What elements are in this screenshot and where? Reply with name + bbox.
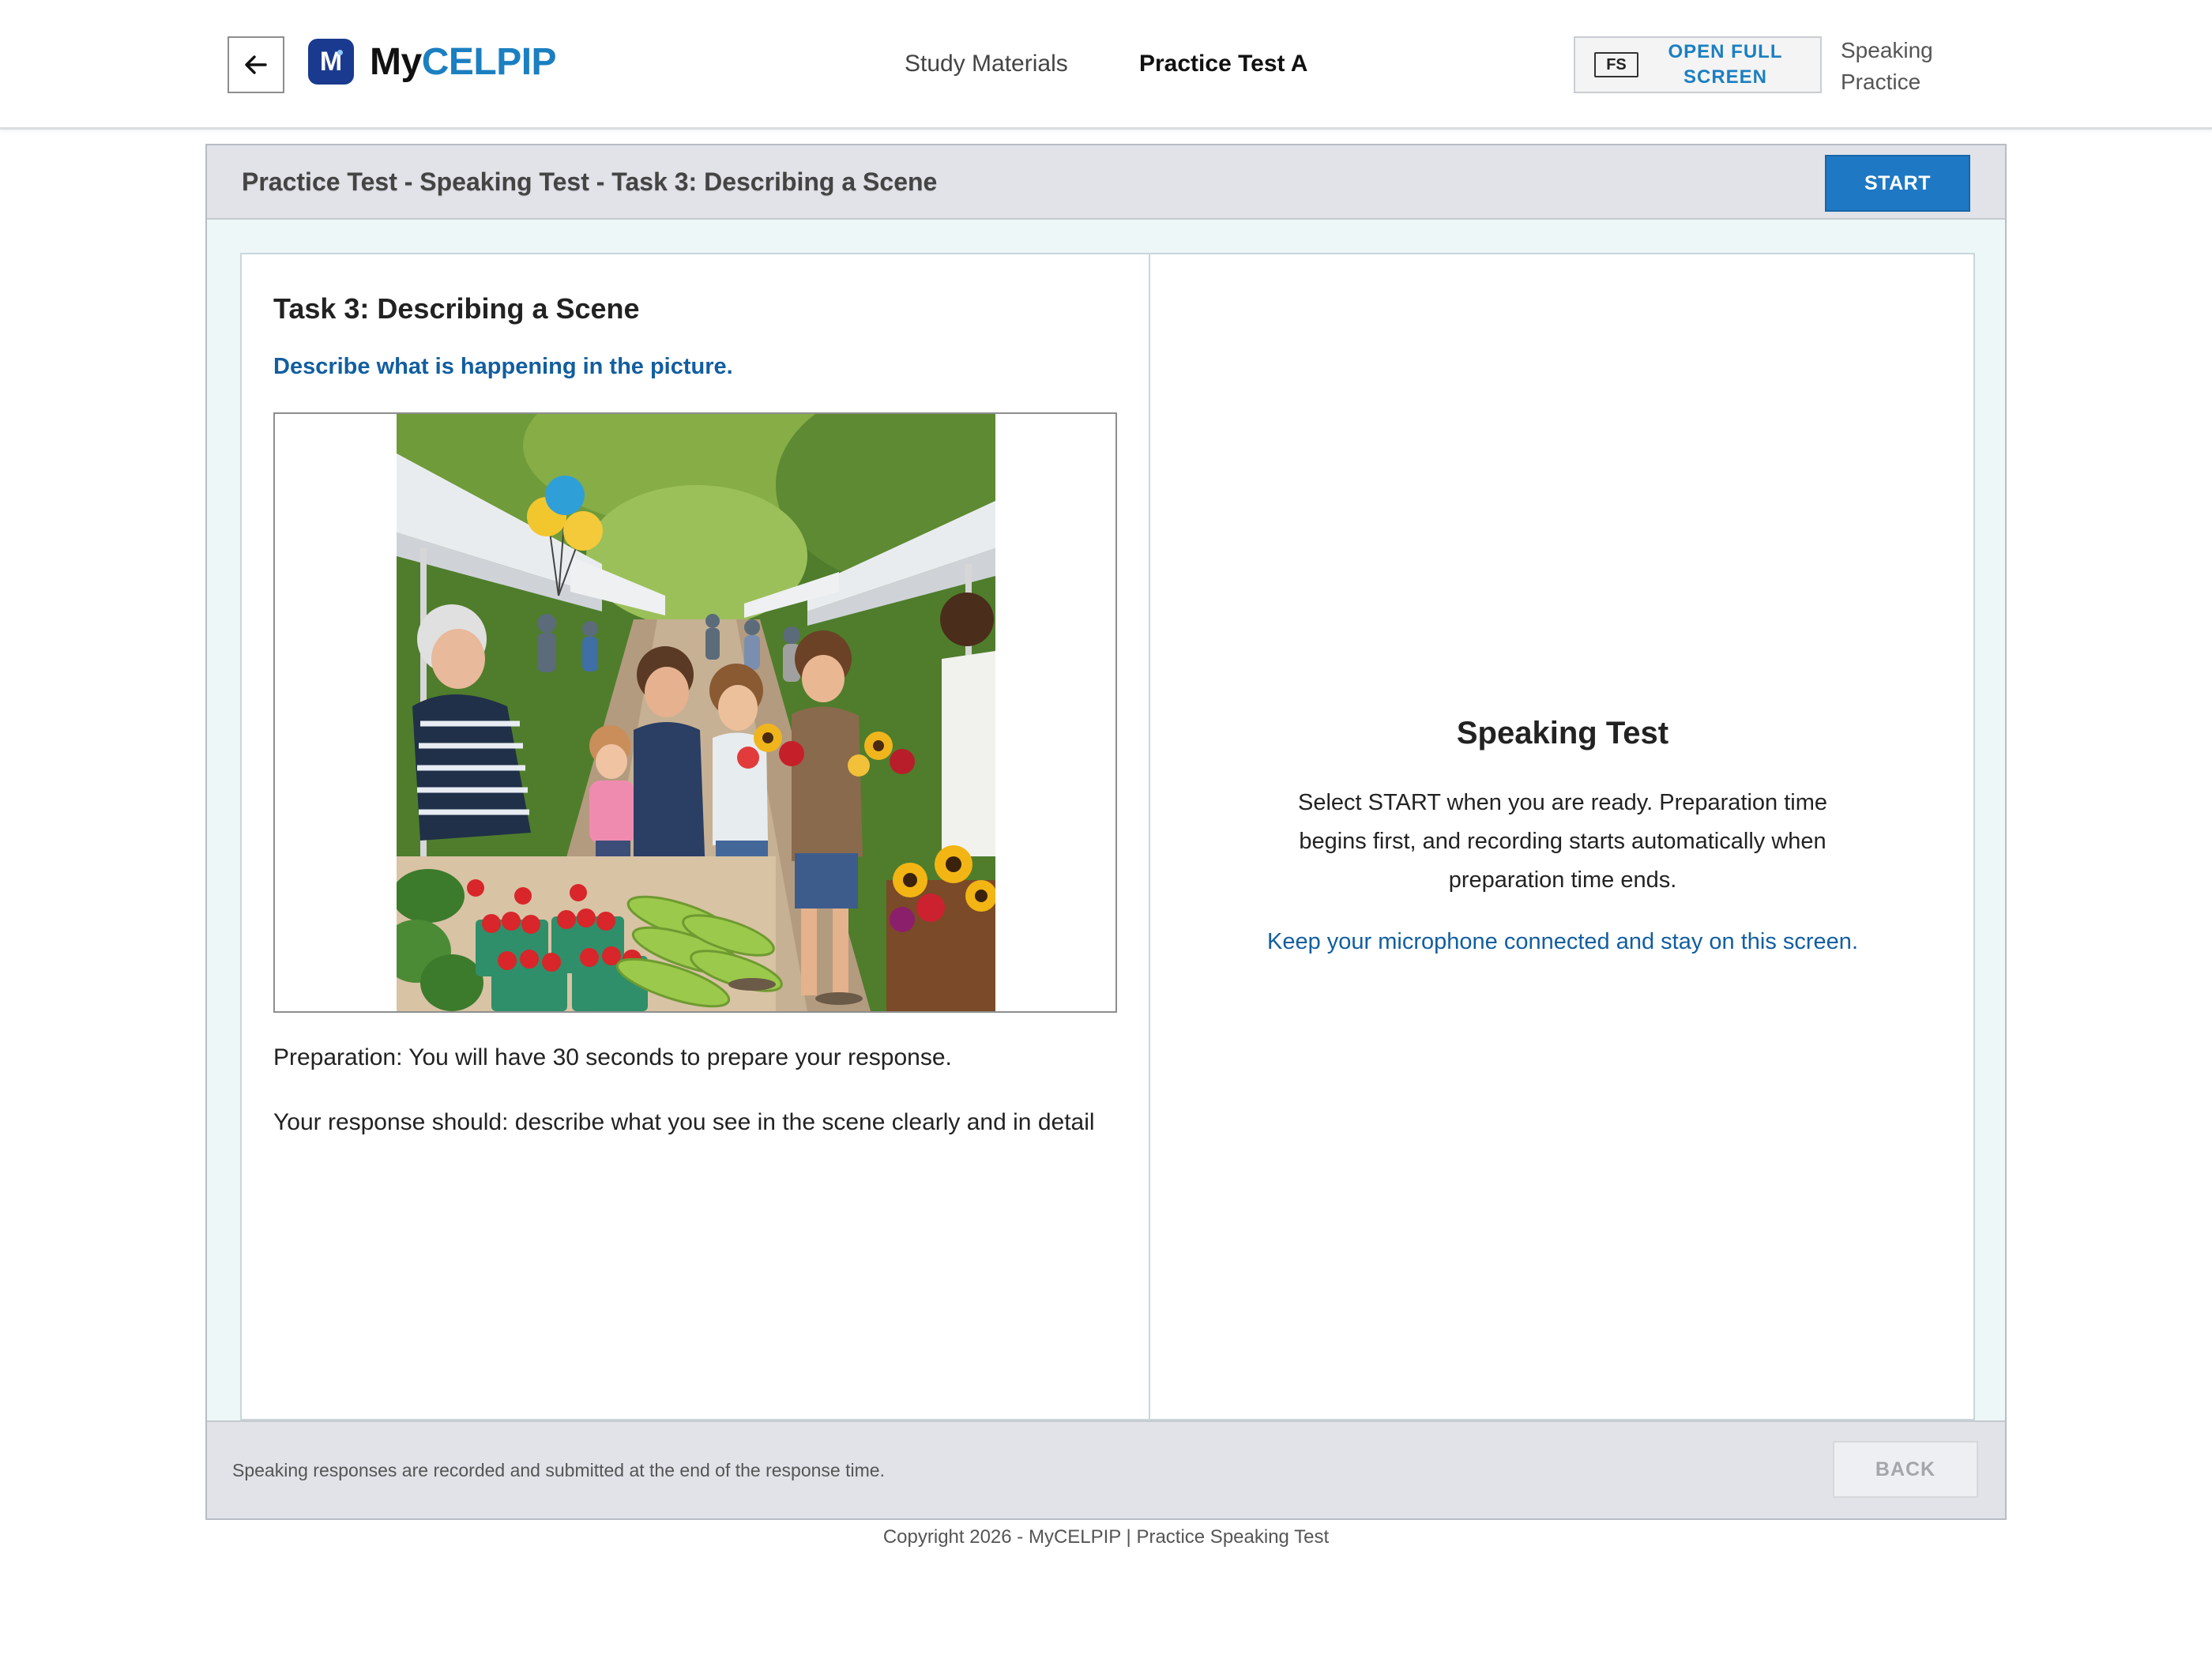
- scene-image-frame: [273, 412, 1117, 1013]
- microphone-note: Keep your microphone connected and stay …: [1266, 929, 1858, 954]
- content-area: Task 3: Describing a Scene Describe what…: [240, 253, 1975, 1420]
- arrow-left-icon: [245, 55, 267, 74]
- speaking-status-pane: Speaking Test Select START when you are …: [1150, 254, 1975, 1419]
- fullscreen-label: OPEN FULL SCREEN: [1668, 41, 1783, 88]
- panel-header: Practice Test - Speaking Test - Task 3: …: [207, 145, 2005, 220]
- logo-text: MyCELPIP: [370, 40, 557, 84]
- test-panel: Practice Test - Speaking Test - Task 3: …: [205, 144, 2007, 1520]
- scene-image: [397, 414, 995, 1011]
- preparation-text: Preparation: You will have 30 seconds to…: [273, 1044, 952, 1070]
- start-button[interactable]: START: [1825, 155, 1970, 212]
- task-heading: Task 3: Describing a Scene: [273, 292, 640, 325]
- speaking-instructions: Select START when you are ready. Prepara…: [1297, 790, 1828, 893]
- farmers-market-illustration: [397, 414, 995, 1011]
- open-full-screen-button[interactable]: FS OPEN FULL SCREEN: [1574, 36, 1822, 93]
- back-arrow-button[interactable]: [228, 36, 284, 93]
- logo[interactable]: M MyCELPIP: [308, 39, 557, 85]
- mode-label: Speaking Practice: [1841, 38, 1933, 94]
- response-guidance-text: Your response should: describe what you …: [273, 1109, 1095, 1135]
- logo-text-my: My: [370, 40, 422, 83]
- nav-study-materials[interactable]: Study Materials: [905, 51, 1068, 77]
- logo-text-brand: CELPIP: [421, 40, 557, 83]
- task-instruction: Describe what is happening in the pictur…: [273, 354, 733, 379]
- back-button[interactable]: BACK: [1833, 1441, 1978, 1498]
- fullscreen-icon: FS: [1594, 52, 1638, 77]
- nav-practice-test-a[interactable]: Practice Test A: [1139, 51, 1307, 77]
- logo-mark-icon: M: [308, 39, 354, 85]
- copyright-text: Copyright 2026 - MyCELPIP | Practice Spe…: [882, 1526, 1330, 1548]
- page-title: Practice Test - Speaking Test - Task 3: …: [242, 167, 938, 196]
- top-header: M MyCELPIP Study Materials Practice Test…: [0, 0, 2212, 130]
- panel-footer: Speaking responses are recorded and subm…: [207, 1420, 2005, 1518]
- speaking-heading: Speaking Test: [1456, 716, 1669, 750]
- footer-note: Speaking responses are recorded and subm…: [232, 1460, 885, 1480]
